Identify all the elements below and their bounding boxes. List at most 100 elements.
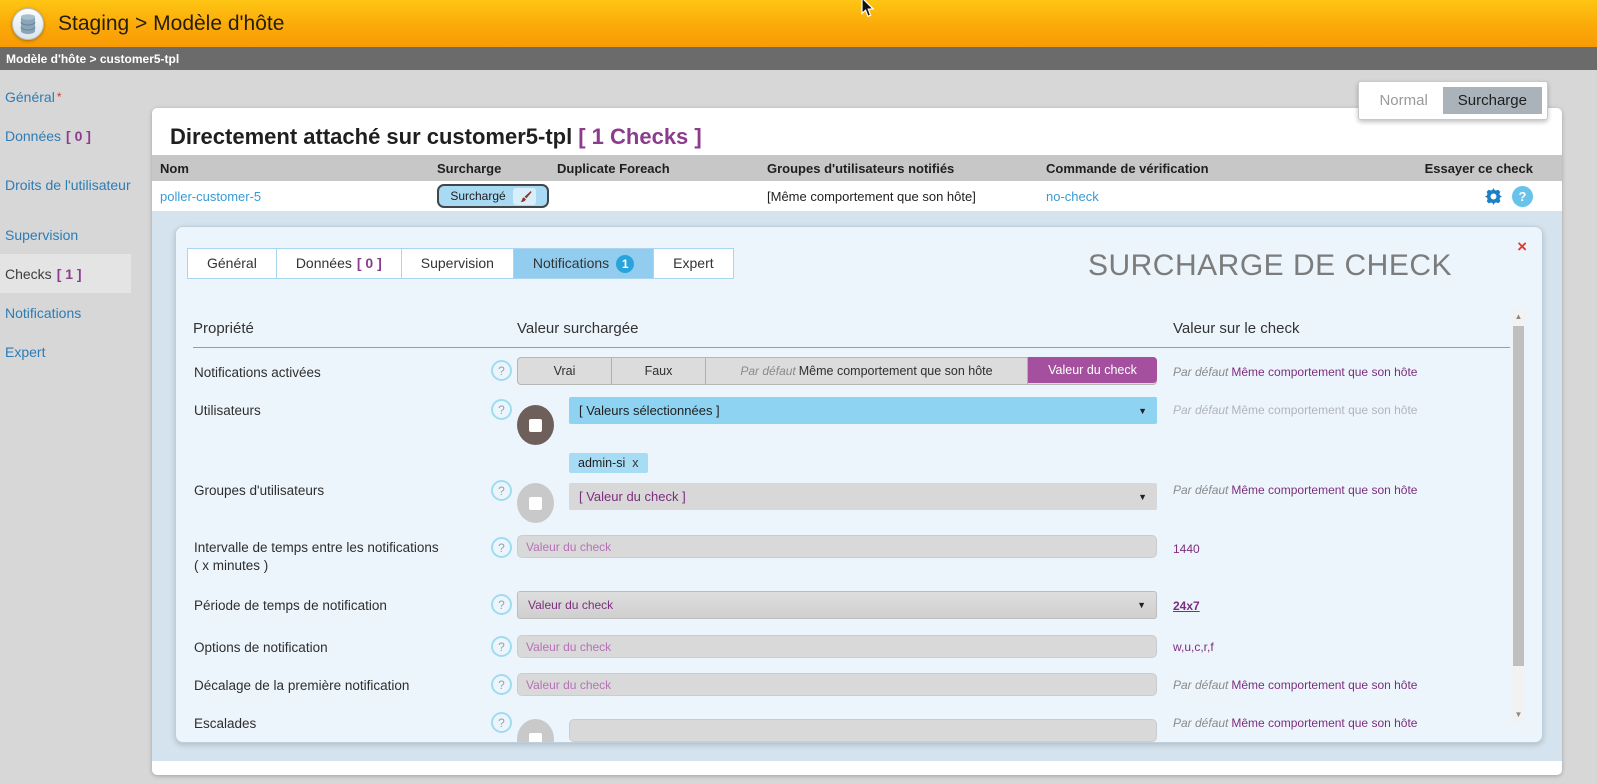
- option-faux[interactable]: Faux: [612, 358, 706, 384]
- count-badge: [ 1 ]: [57, 266, 82, 282]
- row-intervalle-notifications: Intervalle de temps entre les notificati…: [194, 535, 1542, 591]
- tab-supervision[interactable]: Supervision: [402, 249, 514, 278]
- required-mark: *: [57, 90, 62, 104]
- remove-tag-icon[interactable]: x: [632, 456, 638, 470]
- check-value-text: Par défautMême comportement que son hôte: [1173, 711, 1542, 731]
- sidebar-item-droits[interactable]: Droits de l'utilisateur: [0, 155, 131, 215]
- help-icon[interactable]: ?: [491, 674, 512, 695]
- panel-column-headers: Propriété Valeur surchargée Valeur sur l…: [193, 302, 1510, 348]
- check-value-text: w,u,c,r,f: [1173, 635, 1542, 655]
- help-icon[interactable]: ?: [491, 712, 512, 733]
- notifications-enabled-segmented: Vrai Faux Par défaut Même comportement q…: [517, 357, 1157, 385]
- first-notification-delay-input[interactable]: [517, 673, 1157, 696]
- toggle-surcharge[interactable]: Surcharge: [1443, 87, 1542, 114]
- try-check-help-icon[interactable]: ?: [1512, 186, 1533, 207]
- selection-mode-toggle[interactable]: [517, 483, 554, 523]
- table-row: poller-customer-5 Surchargé [Même compor…: [152, 181, 1562, 211]
- help-icon[interactable]: ?: [491, 480, 512, 501]
- sidebar-item-donnees[interactable]: Données[ 0 ]: [0, 116, 131, 155]
- property-rows: Notifications activées ? Vrai Faux Par d…: [176, 349, 1542, 742]
- option-par-defaut[interactable]: Par défaut Même comportement que son hôt…: [706, 358, 1028, 384]
- scrollbar-thumb[interactable]: [1513, 326, 1524, 666]
- sidebar-item-checks[interactable]: Checks[ 1 ]: [0, 254, 131, 293]
- escalades-field[interactable]: [569, 719, 1157, 742]
- tab-general[interactable]: Général: [188, 249, 277, 278]
- check-override-area: Général Données[ 0 ] Supervision Notific…: [152, 211, 1562, 761]
- selection-mode-toggle[interactable]: [517, 405, 554, 445]
- check-command-link[interactable]: no-check: [1046, 189, 1099, 204]
- scroll-down-arrow-icon[interactable]: ▼: [1511, 708, 1526, 722]
- notifications-count-badge: 1: [616, 255, 634, 273]
- col-valeur-surchargee: Valeur surchargée: [517, 320, 1173, 347]
- sidebar-item-supervision[interactable]: Supervision: [0, 215, 131, 254]
- row-options-notification: Options de notification ? w,u,c,r,f: [194, 635, 1542, 673]
- table-header: Nom Surcharge Duplicate Foreach Groupes …: [152, 155, 1562, 181]
- notification-interval-input[interactable]: [517, 535, 1157, 558]
- check-value-text: Par défautMême comportement que son hôte: [1173, 673, 1542, 693]
- database-icon: [12, 8, 44, 40]
- chevron-down-icon: ▼: [1138, 406, 1147, 416]
- notification-options-input[interactable]: [517, 635, 1157, 658]
- close-icon[interactable]: ×: [1517, 238, 1527, 255]
- toggle-normal[interactable]: Normal: [1364, 87, 1442, 114]
- check-value-text: Par défautMême comportement que son hôte: [1173, 397, 1542, 418]
- check-value-link: 24x7: [1173, 591, 1542, 614]
- mouse-cursor: [860, 0, 875, 18]
- option-valeur-du-check[interactable]: Valeur du check: [1028, 357, 1157, 383]
- page-title: Staging > Modèle d'hôte: [58, 12, 284, 36]
- breadcrumb: Modèle d'hôte > customer5-tpl: [0, 47, 1597, 70]
- sidebar: Général* Données[ 0 ] Droits de l'utilis…: [0, 70, 152, 784]
- sidebar-item-expert[interactable]: Expert: [0, 332, 131, 371]
- col-surcharge: Surcharge: [437, 161, 557, 176]
- section-title: Directement attaché sur customer5-tpl[ 1…: [152, 108, 1562, 155]
- col-groupes: Groupes d'utilisateurs notifiés: [767, 161, 1046, 176]
- notification-period-select[interactable]: Valeur du check ▼: [517, 591, 1157, 619]
- help-icon[interactable]: ?: [491, 594, 512, 615]
- row-periode-notification: Période de temps de notification ? Valeu…: [194, 591, 1542, 635]
- panel-scrollbar[interactable]: ▲ ▼: [1511, 310, 1526, 722]
- view-toggle: Normal Surcharge: [1358, 81, 1548, 120]
- check-name-link[interactable]: poller-customer-5: [160, 189, 261, 204]
- screen: Staging > Modèle d'hôte Modèle d'hôte > …: [0, 0, 1597, 784]
- option-vrai[interactable]: Vrai: [518, 358, 612, 384]
- panel-title: SURCHARGE DE CHECK: [1079, 249, 1461, 283]
- brush-icon: [513, 188, 536, 205]
- help-icon[interactable]: ?: [491, 360, 512, 381]
- selected-user-tag: admin-si x: [569, 453, 648, 473]
- help-icon[interactable]: ?: [491, 399, 512, 420]
- tab-notifications[interactable]: Notifications1: [514, 249, 654, 278]
- database-cylinder: [20, 14, 36, 34]
- row-escalades: Escalades ? Par défautMême comportement …: [194, 711, 1542, 742]
- app-header: Staging > Modèle d'hôte: [0, 0, 1597, 47]
- col-nom: Nom: [160, 161, 437, 176]
- surcharge-button[interactable]: Surchargé: [437, 184, 549, 208]
- checks-count-badge: [ 1 Checks ]: [578, 124, 702, 149]
- sidebar-item-notifications[interactable]: Notifications: [0, 293, 131, 332]
- gear-icon[interactable]: [1485, 188, 1502, 205]
- content-card: Directement attaché sur customer5-tpl[ 1…: [152, 108, 1562, 775]
- col-commande: Commande de vérification: [1046, 161, 1417, 176]
- panel-tabs: Général Données[ 0 ] Supervision Notific…: [187, 248, 734, 279]
- col-propriete: Propriété: [193, 320, 517, 347]
- sidebar-item-general[interactable]: Général*: [0, 77, 131, 116]
- cell-notified-groups: [Même comportement que son hôte]: [767, 189, 1046, 204]
- count-badge: [ 0 ]: [357, 255, 382, 271]
- count-badge: [ 0 ]: [66, 128, 91, 144]
- tab-donnees[interactable]: Données[ 0 ]: [277, 249, 402, 278]
- check-value-text: Par défautMême comportement que son hôte: [1173, 473, 1542, 498]
- tab-expert[interactable]: Expert: [654, 249, 732, 278]
- users-multiselect[interactable]: [ Valeurs sélectionnées ] ▼: [569, 397, 1157, 424]
- row-groupes-utilisateurs: Groupes d'utilisateurs ? [ Valeur du che…: [194, 473, 1542, 535]
- col-duplicate-foreach: Duplicate Foreach: [557, 161, 767, 176]
- usergroups-multiselect[interactable]: [ Valeur du check ] ▼: [569, 483, 1157, 510]
- col-essayer: Essayer ce check: [1417, 161, 1533, 176]
- scroll-up-arrow-icon[interactable]: ▲: [1511, 310, 1526, 324]
- check-value-text: Par défautMême comportement que son hôte: [1173, 357, 1542, 380]
- help-icon[interactable]: ?: [491, 537, 512, 558]
- check-value-text: 1440: [1173, 535, 1542, 557]
- help-icon[interactable]: ?: [491, 636, 512, 657]
- row-decalage-premiere-notification: Décalage de la première notification ? P…: [194, 673, 1542, 711]
- surcharge-de-check-panel: Général Données[ 0 ] Supervision Notific…: [175, 226, 1543, 743]
- chevron-down-icon: ▼: [1138, 492, 1147, 502]
- selection-mode-toggle[interactable]: [517, 719, 554, 742]
